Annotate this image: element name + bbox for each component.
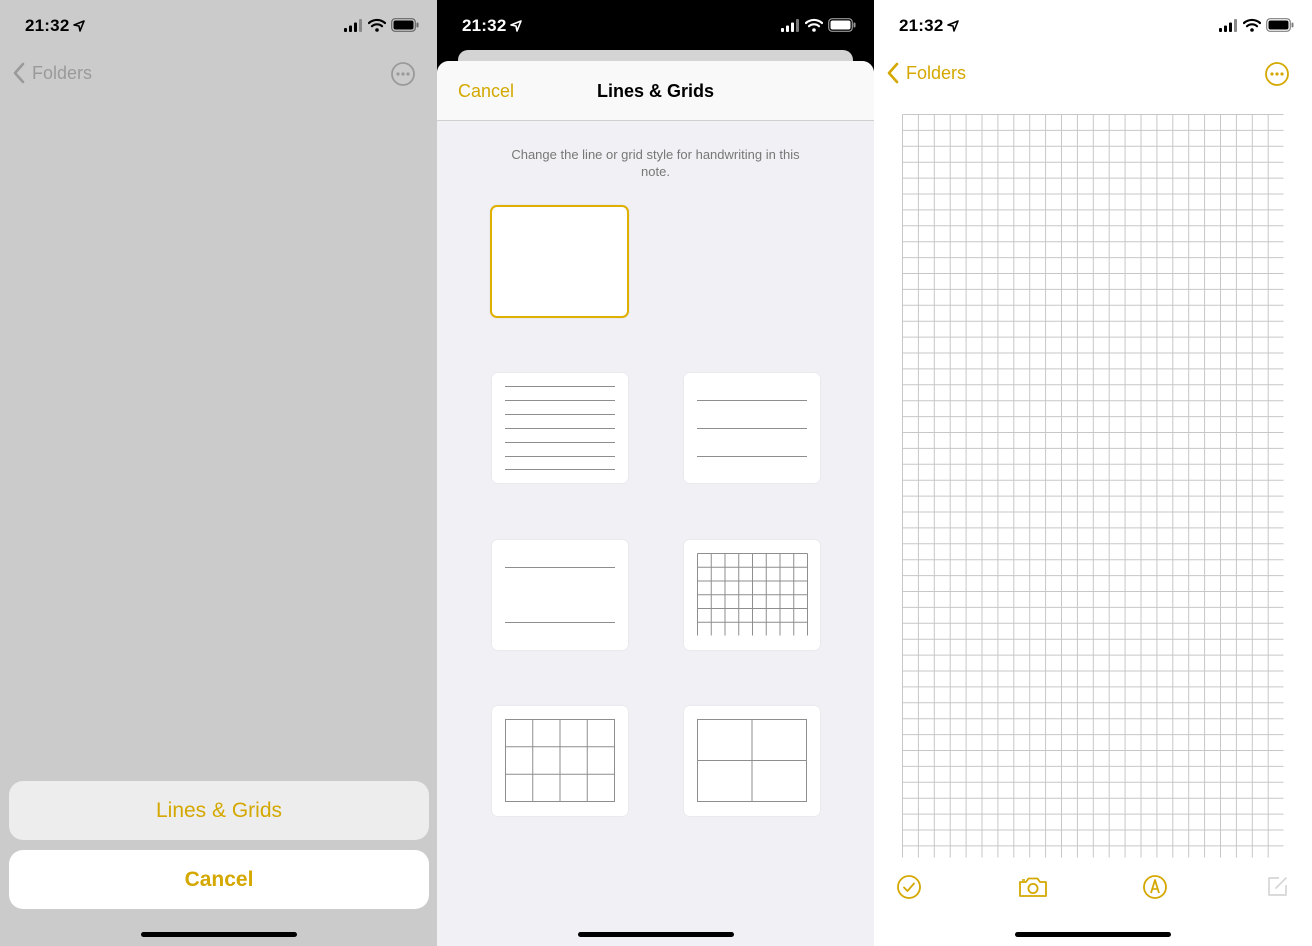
- note-screen: 21:32 Folders: [874, 0, 1312, 946]
- style-option-grid-large[interactable]: [684, 706, 820, 816]
- lines-grids-screen: 21:32 Cancel Lines & Grids Change the li…: [437, 0, 874, 946]
- signal-icon: [781, 19, 799, 32]
- back-button[interactable]: Folders: [12, 62, 92, 84]
- style-option-lines-small[interactable]: [492, 373, 628, 483]
- grid-small-preview: [697, 553, 808, 636]
- location-arrow-icon: [510, 20, 522, 32]
- style-option-grid-medium[interactable]: [492, 706, 628, 816]
- sheet-title: Lines & Grids: [596, 81, 715, 101]
- camera-icon[interactable]: [1018, 874, 1048, 900]
- status-time: 21:32: [899, 16, 944, 35]
- status-bar: 21:32: [0, 0, 437, 52]
- signal-icon: [344, 19, 362, 32]
- action-sheet-screen: 21:32 Folders Lines & Grids Cancel: [0, 0, 437, 946]
- status-bar: 21:32: [437, 0, 874, 52]
- wifi-icon: [368, 18, 386, 32]
- markup-icon[interactable]: [1142, 874, 1168, 900]
- lines-large-preview: [505, 567, 615, 623]
- style-option-lines-medium[interactable]: [684, 373, 820, 483]
- status-time: 21:32: [462, 16, 507, 35]
- status-bar: 21:32: [874, 0, 1312, 52]
- cancel-label: Cancel: [184, 867, 254, 891]
- battery-icon: [1266, 18, 1294, 32]
- style-option-blank[interactable]: [490, 205, 629, 318]
- back-button[interactable]: Folders: [886, 62, 966, 84]
- battery-icon: [828, 18, 856, 32]
- location-arrow-icon: [73, 20, 85, 32]
- chevron-left-icon: [13, 62, 25, 84]
- wifi-icon: [1243, 18, 1261, 32]
- lines-grids-option-label: Lines & Grids: [155, 798, 283, 822]
- back-label: Folders: [906, 62, 967, 83]
- style-option-grid-small[interactable]: [684, 540, 820, 650]
- note-grid-canvas[interactable]: [902, 114, 1284, 858]
- sheet-description: Change the line or grid style for handwr…: [511, 147, 800, 179]
- signal-icon: [1219, 19, 1237, 32]
- lines-medium-preview: [697, 400, 807, 457]
- sheet-header: Cancel Lines & Grids: [437, 61, 874, 121]
- ellipsis-circle-icon[interactable]: [390, 61, 416, 87]
- style-option-lines-large[interactable]: [492, 540, 628, 650]
- wifi-icon: [805, 18, 823, 32]
- home-indicator: [578, 932, 734, 937]
- lines-grids-option[interactable]: Lines & Grids: [9, 781, 429, 840]
- home-indicator: [141, 932, 297, 937]
- checklist-icon[interactable]: [896, 874, 922, 900]
- home-indicator: [1015, 932, 1171, 937]
- status-time: 21:32: [25, 16, 70, 35]
- chevron-left-icon: [887, 62, 899, 84]
- location-arrow-icon: [947, 20, 959, 32]
- grid-large-preview: [697, 719, 807, 802]
- battery-icon: [391, 18, 419, 32]
- grid-medium-preview: [505, 719, 615, 802]
- compose-icon: [1268, 877, 1287, 896]
- cancel-button[interactable]: Cancel: [9, 850, 429, 909]
- lines-small-preview: [505, 386, 615, 470]
- back-label: Folders: [32, 62, 93, 83]
- ellipsis-circle-icon[interactable]: [1264, 61, 1290, 87]
- lines-grids-sheet: Cancel Lines & Grids Change the line or …: [437, 61, 874, 946]
